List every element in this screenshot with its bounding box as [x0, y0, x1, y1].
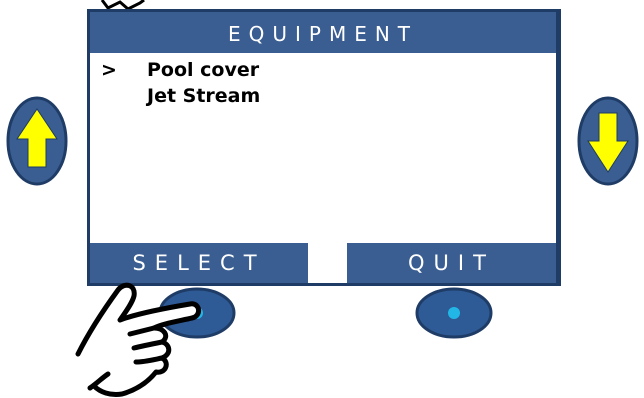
arrow-up-button[interactable] — [5, 95, 69, 187]
softkey-divider — [308, 243, 347, 283]
title-bar: EQUIPMENT — [90, 12, 556, 53]
arrow-down-button[interactable] — [576, 95, 640, 187]
menu-item-label: Jet Stream — [147, 85, 261, 107]
right-hardware-button[interactable] — [414, 286, 494, 340]
menu-list: > Pool cover Jet Stream — [90, 53, 556, 243]
screen-title: EQUIPMENT — [227, 22, 419, 46]
menu-item-label: Pool cover — [147, 59, 260, 81]
lcd-screen: EQUIPMENT > Pool cover Jet Stream SELECT… — [87, 9, 561, 286]
quit-softkey[interactable]: QUIT — [347, 243, 556, 283]
selection-cursor: > — [101, 59, 117, 81]
pointing-hand-icon — [75, 282, 201, 397]
